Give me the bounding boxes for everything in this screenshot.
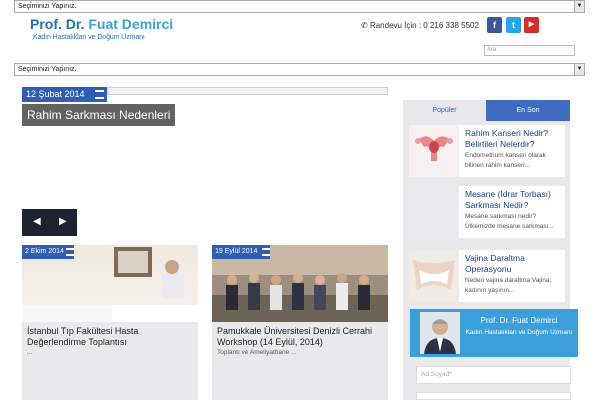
- phone-icon: ✆: [361, 21, 368, 30]
- post-date: 2 Ekim 2014: [25, 248, 64, 255]
- tab-latest[interactable]: En Son: [486, 100, 570, 121]
- post-excerpt: ...: [27, 349, 33, 356]
- appointment-phone: ✆ Randevu İçin : 0 216 338 5502: [361, 21, 479, 30]
- slider-headline[interactable]: Rahim Sarkması Nedenleri: [22, 104, 176, 126]
- sidebar-post-title[interactable]: Vajina Daraltma Operasyonu: [465, 253, 563, 275]
- select-mid-value: Seçiminizi Yapınız.: [18, 66, 77, 73]
- post-card[interactable]: 19 Eylül 2014 Pamukkale Üniversitesi Den…: [212, 245, 388, 400]
- post-date-badge: 19 Eylül 2014: [212, 245, 270, 259]
- sidebar-post-title[interactable]: Rahim Kanseri Nedir? Belirtileri Nelerdi…: [465, 128, 565, 150]
- tab-popular[interactable]: Popüler: [403, 100, 486, 121]
- logo-title-name: Fuat Demirci: [88, 16, 174, 32]
- slider-date: 12 Şubat 2014: [26, 89, 85, 99]
- specialty-select-top[interactable]: Seçiminizi Yapınız. ▼: [14, 0, 585, 13]
- chevron-down-icon: ▼: [574, 64, 584, 75]
- sidebar-post-item[interactable]: Vajina Daraltma Operasyonu Neden vajina …: [409, 250, 565, 302]
- logo-title-prefix: Prof. Dr.: [30, 16, 89, 32]
- slider-nav: ◀ ▶: [22, 209, 77, 236]
- site-logo-title[interactable]: Prof. Dr. Fuat Demirci: [30, 16, 173, 32]
- bladder-thumbnail: [409, 186, 459, 238]
- select-top-value: Seçiminizi Yapınız.: [18, 3, 77, 10]
- post-date: 19 Eylül 2014: [215, 248, 258, 255]
- sidebar-post-excerpt: Mesane sarkması nedir? Ülkemizde mesane …: [465, 213, 554, 230]
- doctor-name: Prof. Dr. Fuat Demirci: [480, 316, 558, 325]
- post-excerpt: Toplantı ve Ameliyathane ...: [217, 349, 297, 356]
- search-input[interactable]: Ara: [484, 45, 575, 56]
- youtube-icon[interactable]: ▶: [524, 17, 539, 33]
- chevron-down-icon: ▼: [574, 1, 584, 12]
- post-title[interactable]: İstanbul Tıp Fakültesi Hasta Değerlendir…: [27, 326, 195, 348]
- twitter-icon[interactable]: t: [506, 17, 521, 33]
- doctor-profile-card: Prof. Dr. Fuat Demirci Kadın Hastalıklar…: [410, 309, 578, 357]
- list-icon: [262, 248, 270, 256]
- body-thumbnail: [409, 250, 459, 302]
- sidebar-post-excerpt: Neden vajina daraltma Vajina; kadının ya…: [465, 277, 552, 294]
- list-icon: [95, 90, 104, 99]
- contact-input[interactable]: [416, 392, 571, 400]
- phone-text: Randevu İçin : 0 216 338 5502: [369, 21, 479, 30]
- post-date-badge: 2 Ekim 2014: [22, 245, 74, 259]
- name-input[interactable]: Ad Soyad*: [416, 366, 571, 384]
- post-card[interactable]: 2 Ekim 2014 İstanbul Tıp Fakültesi Hasta…: [22, 245, 198, 400]
- sidebar-post-item[interactable]: Rahim Kanseri Nedir? Belirtileri Nelerdi…: [409, 125, 565, 177]
- list-icon: [66, 248, 74, 256]
- facebook-icon[interactable]: f: [487, 17, 502, 33]
- sidebar-post-item[interactable]: Mesane (İdrar Torbası) Sarkması Nedir? M…: [409, 186, 565, 238]
- avatar: [420, 312, 460, 354]
- prev-arrow-icon[interactable]: ◀: [33, 216, 41, 227]
- sidebar-post-title[interactable]: Mesane (İdrar Torbası) Sarkması Nedir?: [465, 189, 563, 211]
- slider-date-badge: 12 Şubat 2014: [22, 87, 107, 102]
- slider-date-rule: [107, 87, 388, 95]
- logo-subtitle: Kadın Hastalıkları ve Doğum Uzmanı: [33, 34, 145, 41]
- doctor-specialty: Kadın Hastalıkları ve Doğum Uzmanı: [465, 329, 573, 336]
- post-title[interactable]: Pamukkale Üniversitesi Denizli Cerrahi W…: [217, 326, 385, 348]
- specialty-select-main[interactable]: Seçiminizi Yapınız. ▼: [14, 63, 585, 76]
- next-arrow-icon[interactable]: ▶: [59, 216, 67, 227]
- sidebar-post-excerpt: Endometrium kanseri olarak bilinen rahim…: [465, 152, 546, 169]
- uterus-thumbnail: [409, 125, 459, 177]
